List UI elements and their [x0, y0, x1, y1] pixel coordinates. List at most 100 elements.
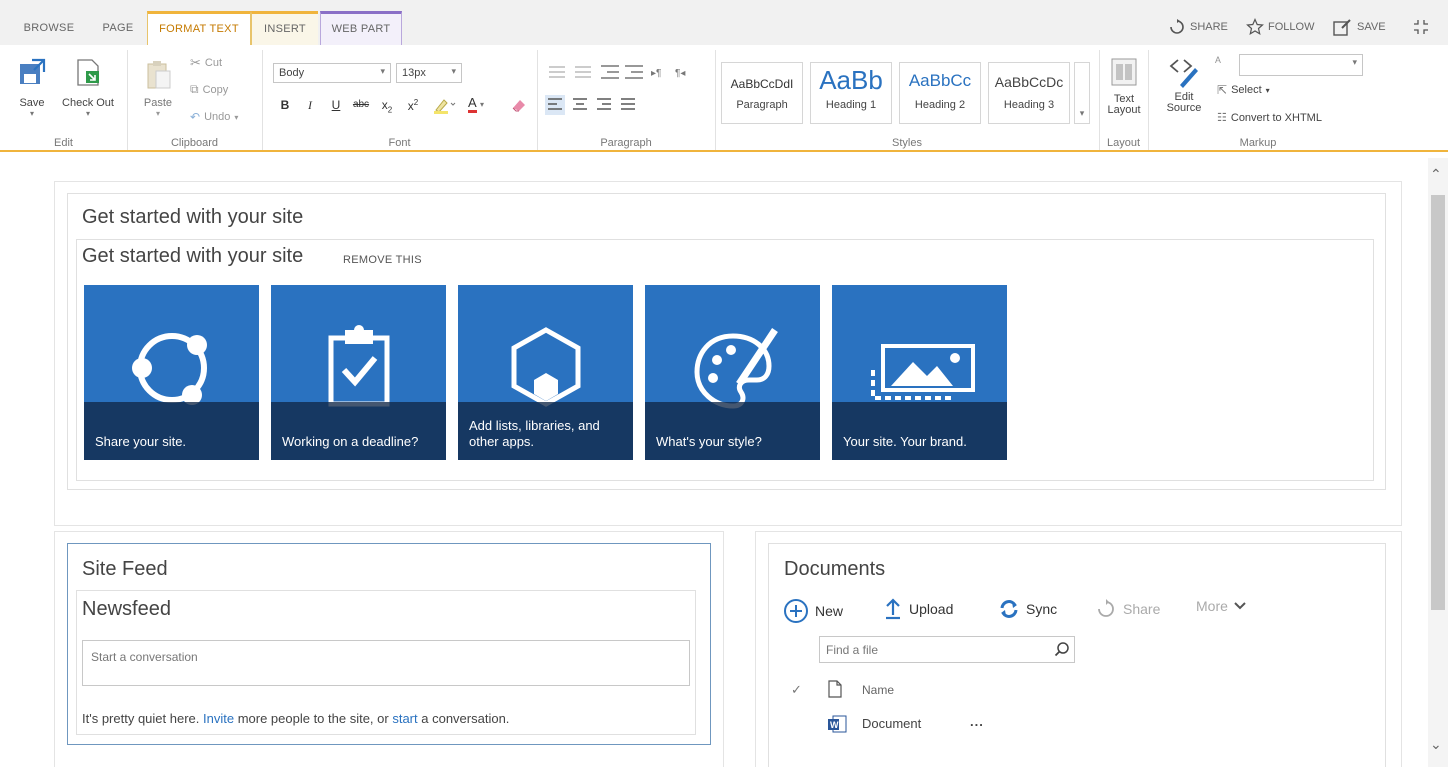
paste-icon — [147, 61, 171, 89]
copy-label: Copy — [202, 83, 229, 96]
clipboard-group-label: Clipboard — [170, 137, 219, 149]
scissors-icon: ✂ — [190, 55, 201, 70]
tile-share-site[interactable]: Share your site. — [84, 285, 259, 460]
document-row-name[interactable]: Document — [862, 716, 921, 731]
tile-caption: Share your site. — [84, 402, 259, 460]
underline-button[interactable]: U — [327, 98, 345, 112]
rtl-icon: ¶◂ — [675, 68, 685, 79]
language-icon: ᴬ — [1215, 54, 1221, 69]
save-action[interactable]: SAVE — [1333, 18, 1386, 36]
quiet-text: It's pretty quiet here. — [82, 711, 203, 726]
new-label: New — [815, 603, 844, 619]
word-document-icon: W — [828, 715, 847, 733]
scroll-down-icon[interactable]: ⌄ — [1430, 736, 1442, 753]
share-document-button[interactable]: Share — [1095, 598, 1160, 620]
scroll-up-icon[interactable]: ⌃ — [1430, 166, 1442, 183]
style-heading-3[interactable]: AaBbCcDc Heading 3 — [988, 62, 1070, 124]
edit-source-button[interactable]: Edit Source — [1162, 55, 1206, 114]
style-heading-2[interactable]: AaBbCc Heading 2 — [899, 62, 981, 124]
sync-button[interactable]: Sync — [998, 598, 1057, 620]
save-label: Save — [19, 97, 45, 109]
italic-button[interactable]: I — [301, 98, 319, 113]
style-paragraph[interactable]: AaBbCcDdI Paragraph — [721, 62, 803, 124]
check-out-button[interactable]: Check Out ▾ — [58, 56, 118, 118]
save-button[interactable]: Save ▾ — [12, 56, 52, 118]
undo-label: Undo — [204, 111, 231, 123]
document-row-menu[interactable]: ... — [970, 714, 984, 729]
ribbon-separator — [537, 50, 538, 150]
style-heading-1[interactable]: AaBb Heading 1 — [810, 62, 892, 124]
document-type-icon — [828, 680, 842, 698]
convert-to-xhtml-button[interactable]: ☷ Convert to XHTML — [1217, 111, 1322, 125]
upload-button[interactable]: Upload — [883, 598, 953, 620]
share-action[interactable]: SHARE — [1168, 18, 1228, 36]
sync-icon — [1000, 600, 1018, 618]
name-column-header[interactable]: Name — [862, 683, 894, 697]
style-sample: AaBbCc — [908, 71, 972, 90]
bold-button[interactable]: B — [276, 98, 294, 112]
markup-styles-select[interactable]: ▾ — [1239, 54, 1363, 76]
decrease-indent-icon — [601, 65, 619, 79]
subscript-button[interactable]: x2 — [378, 98, 396, 114]
highlight-color-button[interactable] — [432, 96, 458, 117]
start-conversation-input[interactable]: Start a conversation — [82, 640, 690, 686]
style-sample: AaBbCcDc — [994, 74, 1064, 90]
start-link[interactable]: start — [392, 711, 417, 726]
paste-label: Paste — [143, 97, 173, 109]
search-icon[interactable] — [1054, 641, 1070, 657]
more-label: More — [1196, 598, 1228, 614]
font-size-select[interactable]: 13px ▾ — [396, 63, 462, 83]
remove-this-link[interactable]: REMOVE THIS — [343, 254, 422, 266]
superscript-button[interactable]: x2 — [404, 98, 422, 113]
clear-format-button[interactable] — [508, 96, 530, 117]
text-layout-icon — [1111, 58, 1137, 86]
check-out-label: Check Out — [62, 97, 114, 109]
focus-content-button[interactable] — [1412, 18, 1430, 36]
font-group-label: Font — [388, 137, 411, 149]
paste-button[interactable]: Paste ▾ — [136, 58, 180, 118]
tab-format-text[interactable]: FORMAT TEXT — [147, 11, 251, 45]
markup-group-label: Markup — [1239, 137, 1277, 149]
invite-link[interactable]: Invite — [203, 711, 234, 726]
tile-your-brand[interactable]: Your site. Your brand. — [832, 285, 1007, 460]
font-color-button[interactable]: A ▾ — [462, 95, 490, 113]
styles-group-label: Styles — [892, 137, 922, 149]
tile-caption: Add lists, libraries, and other apps. — [458, 402, 633, 460]
web-part-title: Get started with your site — [82, 206, 304, 228]
highlighter-icon — [434, 99, 456, 114]
cut-button[interactable]: ✂ Cut — [190, 55, 222, 71]
numbered-list-icon — [575, 66, 591, 78]
tab-browse[interactable]: BROWSE — [12, 11, 86, 45]
text-layout-button[interactable]: Text Layout — [1103, 57, 1145, 116]
select-all-checkmark-icon[interactable]: ✓ — [791, 682, 802, 698]
tab-insert[interactable]: INSERT — [251, 11, 318, 45]
more-button[interactable]: More — [1196, 598, 1246, 614]
tab-web-part[interactable]: WEB PART — [320, 11, 402, 45]
styles-more-button[interactable]: ▾ — [1074, 62, 1090, 124]
tile-working-on-deadline[interactable]: Working on a deadline? — [271, 285, 446, 460]
select-button[interactable]: ⇱ Select ▾ — [1217, 83, 1270, 97]
follow-action[interactable]: FOLLOW — [1246, 18, 1314, 36]
chevron-down-icon: ▾ — [480, 100, 485, 109]
tile-caption: Your site. Your brand. — [832, 402, 1007, 460]
strikethrough-button[interactable]: abc — [349, 99, 373, 110]
get-started-heading: Get started with your site — [82, 245, 304, 267]
new-document-button[interactable]: New — [783, 598, 843, 624]
tile-add-apps[interactable]: Add lists, libraries, and other apps. — [458, 285, 633, 460]
tile-whats-your-style[interactable]: What's your style? — [645, 285, 820, 460]
tile-caption: What's your style? — [645, 402, 820, 460]
focus-icon — [1414, 20, 1428, 34]
font-family-select[interactable]: Body ▾ — [273, 63, 391, 83]
style-name: Heading 3 — [1003, 99, 1055, 111]
align-right-icon — [597, 98, 611, 110]
scrollbar-thumb[interactable] — [1431, 195, 1445, 610]
edit-save-icon — [1333, 19, 1351, 36]
share-circle-icon — [131, 333, 207, 405]
paint-palette-icon — [693, 328, 778, 409]
tab-page[interactable]: PAGE — [92, 11, 144, 45]
chevron-down-icon: ▾ — [1265, 85, 1270, 95]
undo-button[interactable]: ↶ Undo ▾ — [190, 110, 238, 124]
find-file-input[interactable]: Find a file — [819, 636, 1075, 663]
share-icon — [1098, 599, 1114, 617]
copy-button[interactable]: ⧉ Copy — [190, 82, 228, 97]
